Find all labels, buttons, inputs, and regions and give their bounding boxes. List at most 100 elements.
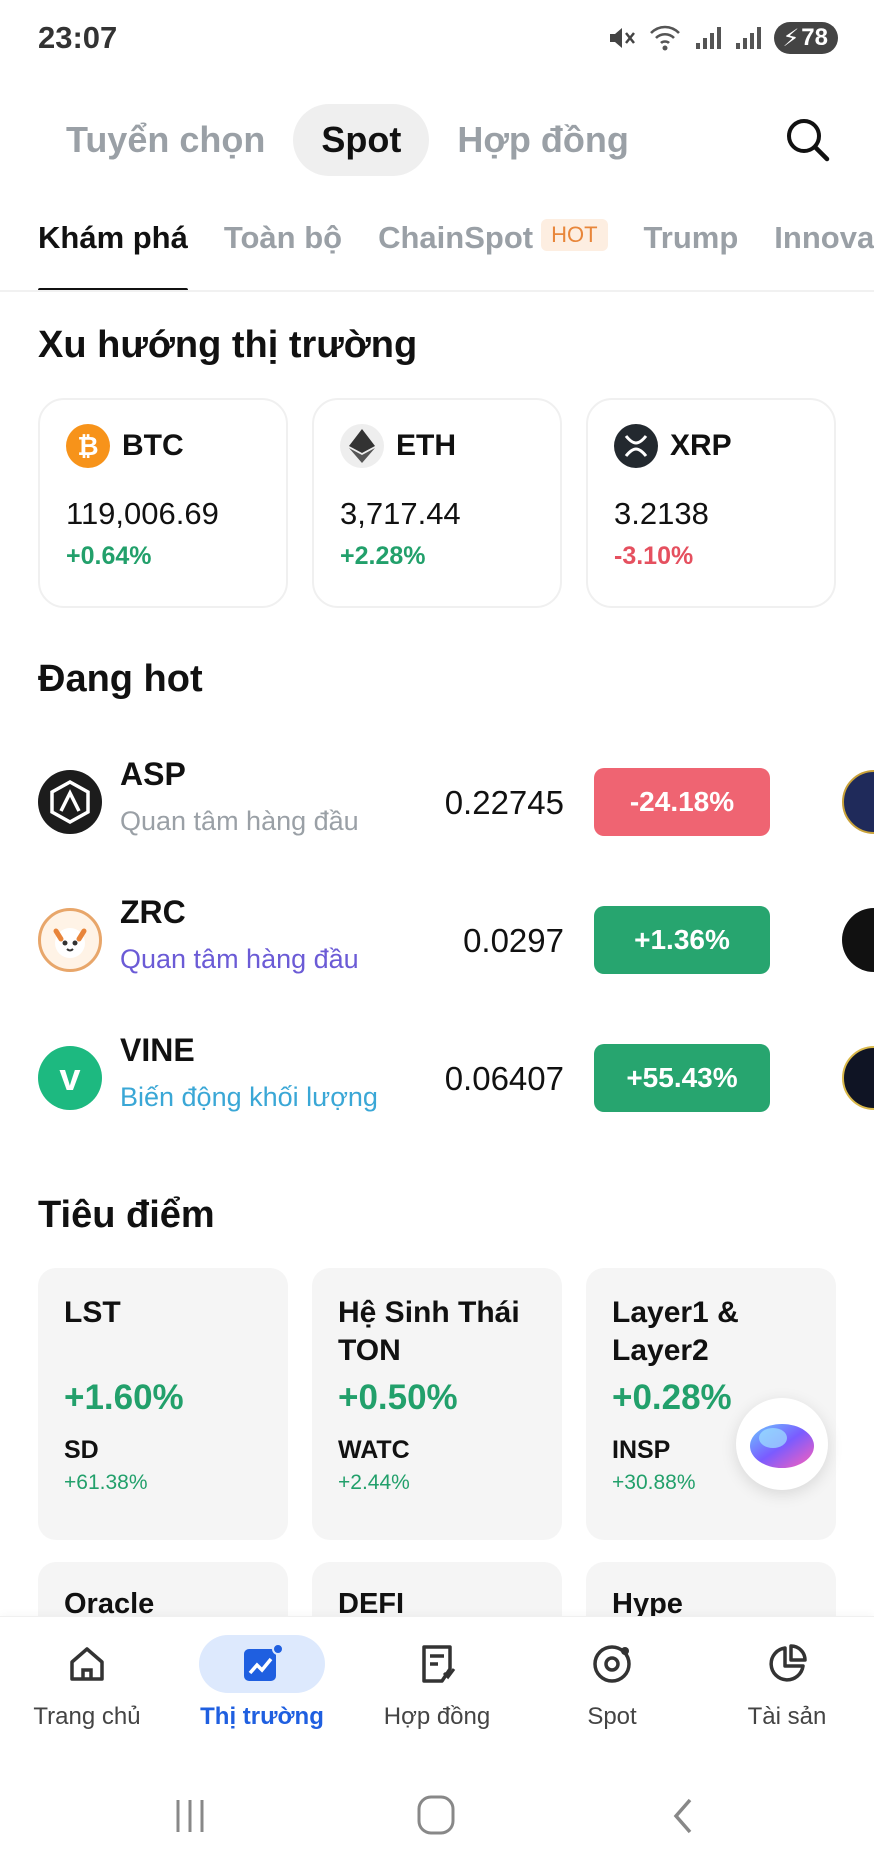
signal-icon-2 — [736, 27, 762, 49]
nav-label: Thị trường — [200, 1703, 324, 1730]
status-icons: ⚡ 78 — [606, 22, 838, 54]
hot-badge: HOT — [541, 219, 608, 251]
nav-label: Tài sản — [747, 1703, 827, 1730]
battery-indicator: ⚡ 78 — [774, 22, 838, 54]
hot-symbol: ASP — [120, 756, 186, 792]
trend-price: 3,717.44 — [340, 496, 461, 531]
hot-price: 0.0297 — [463, 922, 564, 959]
search-icon — [787, 119, 830, 162]
focus-coin-pct: +2.44% — [338, 1471, 410, 1494]
ai-assistant-button[interactable] — [736, 1398, 828, 1490]
hot-price: 0.06407 — [444, 1060, 564, 1097]
focus-coin-pct: +61.38% — [64, 1471, 148, 1494]
hot-tag: Quan tâm hàng đầu — [120, 806, 359, 836]
nav-spot[interactable]: Spot — [537, 1635, 687, 1731]
nav-market[interactable]: Thị trường — [187, 1635, 337, 1731]
divider — [0, 290, 874, 292]
subtab-toan-bo[interactable]: Toàn bộ — [224, 212, 342, 292]
hot-change-pill: +1.36% — [594, 906, 770, 974]
trend-cards: ₿ BTC 119,006.69 +0.64% ETH 3,717.44 +2.… — [38, 398, 836, 608]
focus-cards: LST +1.60% SD +61.38% Hệ Sinh Thái TON +… — [38, 1268, 836, 1540]
focus-name: Hệ Sinh Thái TON — [338, 1296, 520, 1367]
section-title-hot: Đang hot — [38, 658, 203, 700]
hot-symbol: ZRC — [120, 894, 186, 930]
subtab-chainspot[interactable]: ChainSpot HOT — [378, 212, 608, 292]
partial-coin-icon — [842, 1046, 874, 1110]
focus-pct: +1.60% — [64, 1378, 184, 1417]
hot-tag: Biến động khối lượng — [120, 1082, 378, 1112]
top-tabs: Tuyển chọn Spot Hợp đồng — [38, 104, 657, 176]
spot-icon — [593, 1645, 631, 1683]
section-title-focus: Tiêu điểm — [38, 1194, 215, 1236]
trend-symbol: ETH — [396, 429, 456, 462]
tab-hop-dong[interactable]: Hợp đồng — [429, 104, 657, 176]
recent-apps-icon[interactable] — [170, 1796, 210, 1836]
section-title-trend: Xu hướng thị trường — [38, 324, 418, 366]
subtab-label: Trump — [643, 220, 739, 255]
focus-pct: +0.50% — [338, 1378, 458, 1417]
trend-price: 119,006.69 — [66, 496, 219, 531]
xrp-icon — [614, 424, 658, 468]
mute-icon — [610, 28, 636, 48]
focus-name: LST — [64, 1296, 121, 1329]
assets-pie-icon — [769, 1644, 807, 1682]
tab-tuyen-chon[interactable]: Tuyển chọn — [38, 104, 293, 176]
bottom-nav: Trang chủ Thị trường Hợp đồng Spot Tài s… — [0, 1616, 874, 1756]
contract-icon — [422, 1645, 456, 1683]
subtab-label: Innovatio — [774, 220, 874, 255]
nav-label: Spot — [587, 1703, 637, 1730]
focus-coin: SD — [64, 1436, 99, 1464]
home-button-icon[interactable] — [416, 1794, 456, 1836]
focus-name: Layer1 & Layer2 — [612, 1296, 739, 1367]
focus-card-lst[interactable]: LST +1.60% SD +61.38% — [38, 1268, 288, 1540]
trend-change: +2.28% — [340, 542, 426, 570]
trend-price: 3.2138 — [614, 496, 709, 531]
sub-tabs: Khám phá Toàn bộ ChainSpot HOT Trump Inno… — [38, 212, 874, 292]
trend-card-eth[interactable]: ETH 3,717.44 +2.28% — [312, 398, 562, 608]
vine-logo-icon: v — [38, 1046, 102, 1110]
subtab-label: Khám phá — [38, 220, 188, 255]
hot-row-zrc[interactable]: ZRC Quan tâm hàng đầu 0.0297 +1.36% — [38, 878, 874, 998]
focus-card-ton[interactable]: Hệ Sinh Thái TON +0.50% WATC +2.44% — [312, 1268, 562, 1540]
focus-coin: WATC — [338, 1436, 410, 1464]
charging-bolt-icon: ⚡ — [782, 24, 800, 52]
system-nav-bar — [0, 1756, 874, 1874]
trend-change: +0.64% — [66, 542, 152, 570]
hot-row-vine[interactable]: v VINE Biến động khối lượng 0.06407 +55.… — [38, 1016, 874, 1136]
hot-row-asp[interactable]: ASP Quan tâm hàng đầu 0.22745 -24.18% — [38, 740, 874, 860]
nav-label: Trang chủ — [33, 1703, 141, 1730]
asp-logo-icon — [38, 770, 102, 834]
nav-contract[interactable]: Hợp đồng — [362, 1635, 512, 1731]
trend-symbol: XRP — [670, 429, 732, 462]
signal-icon — [696, 27, 722, 49]
back-icon[interactable] — [664, 1796, 704, 1836]
ethereum-icon — [340, 424, 384, 468]
subtab-trump[interactable]: Trump — [644, 212, 739, 292]
battery-level: 78 — [801, 24, 828, 51]
wifi-icon — [650, 25, 681, 51]
market-chart-icon — [244, 1643, 284, 1681]
search-button[interactable] — [780, 112, 836, 168]
subtab-label: Toàn bộ — [223, 220, 343, 255]
subtab-innovation[interactable]: Innovatio — [774, 212, 874, 292]
ai-orb-icon — [750, 1424, 814, 1468]
subtab-kham-pha[interactable]: Khám phá — [38, 212, 188, 292]
nav-home[interactable]: Trang chủ — [12, 1635, 162, 1731]
subtab-label: ChainSpot — [378, 220, 534, 255]
home-icon — [70, 1647, 104, 1681]
partial-coin-icon — [842, 770, 874, 834]
trend-card-btc[interactable]: ₿ BTC 119,006.69 +0.64% — [38, 398, 288, 608]
trend-symbol: BTC — [122, 429, 184, 462]
hot-price: 0.22745 — [444, 784, 564, 821]
status-time: 23:07 — [38, 20, 118, 55]
bitcoin-icon: ₿ — [66, 424, 110, 468]
trend-card-xrp[interactable]: XRP 3.2138 -3.10% — [586, 398, 836, 608]
hot-change-pill: -24.18% — [594, 768, 770, 836]
zrc-cat-logo-icon — [38, 908, 102, 972]
tab-spot[interactable]: Spot — [293, 104, 430, 176]
trend-change: -3.10% — [614, 542, 694, 570]
nav-assets[interactable]: Tài sản — [712, 1635, 862, 1731]
partial-coin-icon — [842, 908, 874, 972]
status-bar: 23:07 ⚡ 78 — [0, 0, 874, 76]
nav-label: Hợp đồng — [383, 1703, 491, 1730]
